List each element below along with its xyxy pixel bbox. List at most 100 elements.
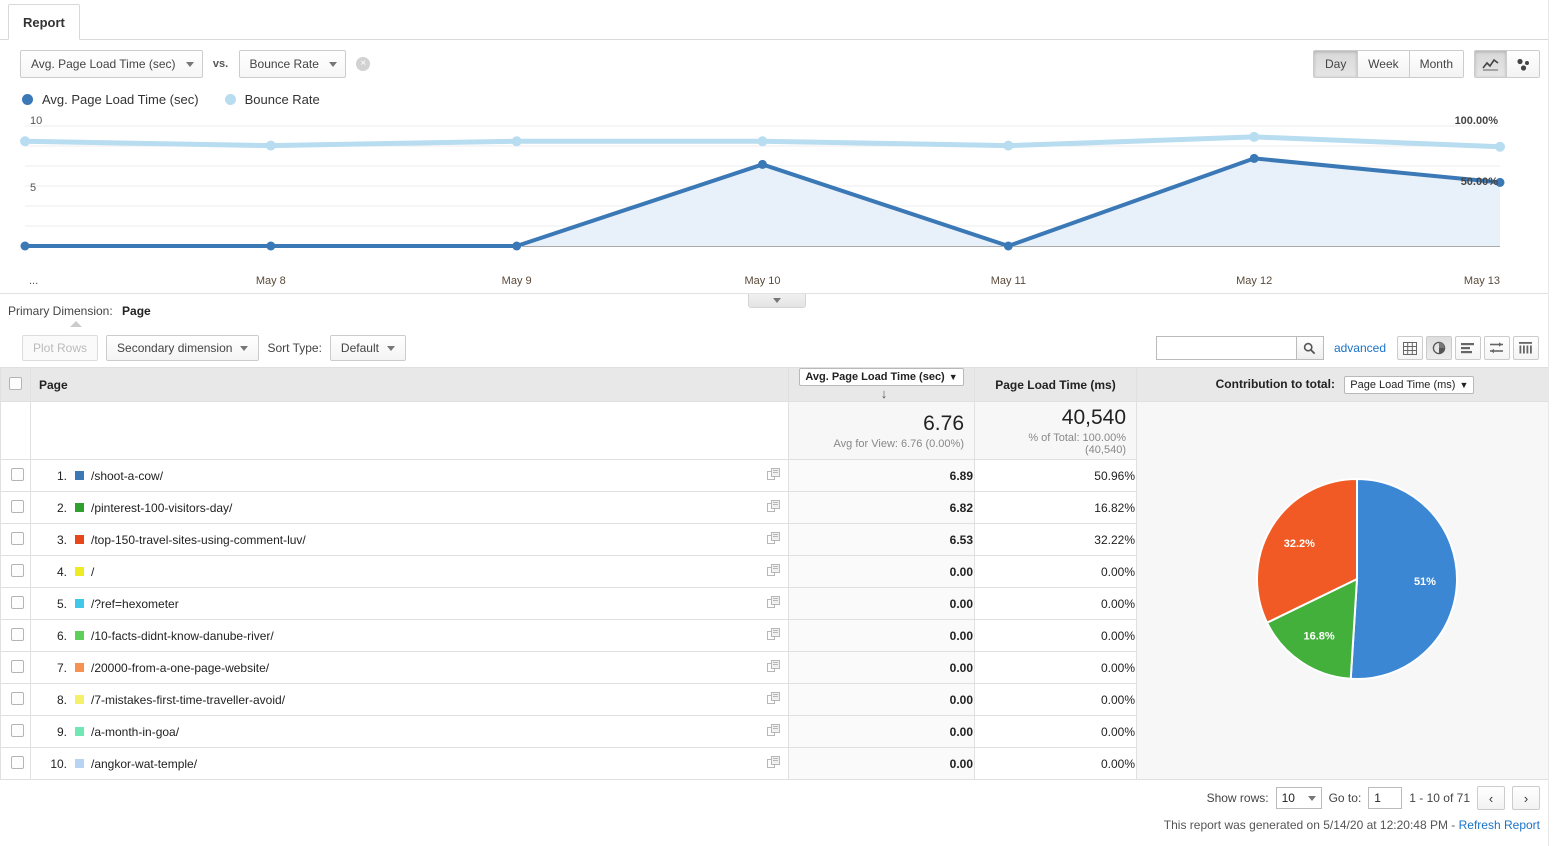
contribution-pie-chart[interactable]: 51% 16.8% 32.2% (1147, 424, 1554, 754)
close-icon[interactable]: × (356, 57, 371, 71)
row-checkbox[interactable] (11, 723, 24, 737)
pie-view-icon[interactable] (1426, 336, 1452, 360)
primary-metric-select[interactable]: Avg. Page Load Time (sec) (20, 50, 203, 78)
page-column-header[interactable]: Page (30, 367, 789, 402)
open-in-new-window-icon[interactable] (767, 755, 780, 772)
row-checkbox[interactable] (11, 627, 24, 641)
page-link[interactable]: /?ref=hexometer (91, 597, 767, 611)
search-icon (1304, 342, 1316, 354)
next-page-button[interactable]: › (1512, 786, 1540, 810)
timeline-chart[interactable]: 10 5 100.00% 50.00% (0, 115, 1554, 275)
timeline-chart-svg (20, 125, 1505, 251)
open-in-new-window-icon[interactable] (767, 627, 780, 644)
legend-label: Bounce Rate (244, 92, 320, 107)
show-rows-select[interactable]: 10 (1275, 787, 1322, 809)
page-load-pct-cell: 0.00% (974, 619, 1137, 652)
bar-view-icon[interactable] (1455, 336, 1481, 360)
avg-page-load-cell: 6.82 (788, 491, 975, 524)
granularity-day-button[interactable]: Day (1314, 51, 1359, 77)
page-link[interactable]: /a-month-in-goa/ (91, 725, 767, 739)
granularity-month-button[interactable]: Month (1409, 51, 1463, 77)
row-color-swatch (75, 535, 84, 544)
open-in-new-window-icon[interactable] (767, 723, 780, 740)
row-color-swatch (75, 567, 84, 576)
page-link[interactable]: / (91, 565, 767, 579)
legend-item-bounce-rate[interactable]: Bounce Rate (224, 92, 320, 107)
open-in-new-window-icon[interactable] (767, 467, 780, 484)
previous-page-button[interactable]: ‹ (1477, 786, 1505, 810)
show-rows-value: 10 (1281, 791, 1295, 805)
contribution-select-label: Page Load Time (ms) (1350, 378, 1456, 391)
row-checkbox[interactable] (11, 691, 24, 705)
chevron-down-icon (240, 345, 249, 351)
search-input[interactable] (1155, 336, 1296, 360)
row-checkbox[interactable] (11, 563, 24, 577)
search-box (1155, 336, 1324, 360)
advanced-link[interactable]: advanced (1334, 341, 1386, 355)
page-link[interactable]: /7-mistakes-first-time-traveller-avoid/ (91, 693, 767, 707)
search-button[interactable] (1295, 336, 1324, 360)
row-checkbox[interactable] (11, 659, 24, 673)
summary-page-cell (30, 401, 789, 460)
open-in-new-window-icon[interactable] (767, 659, 780, 676)
tab-report[interactable]: Report (8, 4, 80, 40)
select-all-checkbox[interactable] (9, 376, 22, 390)
chart-legend: Avg. Page Load Time (sec) Bounce Rate (0, 86, 1554, 111)
open-in-new-window-icon[interactable] (767, 499, 780, 516)
goto-label: Go to: (1328, 791, 1362, 805)
row-checkbox[interactable] (11, 531, 24, 545)
page-link[interactable]: /shoot-a-cow/ (91, 469, 767, 483)
row-rank: 5. (56, 596, 67, 611)
select-all-header (0, 367, 31, 402)
avg-page-load-cell: 0.00 (788, 651, 975, 684)
secondary-dimension-button[interactable]: Secondary dimension (106, 335, 260, 361)
page-link[interactable]: /20000-from-a-one-page-website/ (91, 661, 767, 675)
pie-slice-label: 16.8% (1304, 630, 1335, 642)
tab-strip: Report (0, 0, 1554, 40)
row-checkbox[interactable] (11, 499, 24, 513)
row-checkbox[interactable] (11, 467, 24, 481)
chart-x-axis-labels: ... May 8 May 9 May 10 May 11 May 12 May 13 (0, 275, 1554, 293)
page-cell: 1. /shoot-a-cow/ (30, 459, 789, 492)
sort-descending-icon[interactable]: ↓ (881, 386, 888, 401)
chart-right-tick-100: 100.00% (1454, 115, 1498, 127)
page-link[interactable]: /pinterest-100-visitors-day/ (91, 501, 767, 515)
avg-page-load-cell: 0.00 (788, 683, 975, 716)
primary-dimension-value[interactable]: Page (122, 304, 151, 318)
motion-chart-icon[interactable] (1507, 51, 1539, 77)
legend-item-avg-page-load-time[interactable]: Avg. Page Load Time (sec) (22, 92, 199, 107)
avg-page-load-cell: 6.53 (788, 523, 975, 556)
sort-type-select[interactable]: Default (329, 335, 406, 361)
show-rows-label: Show rows: (1206, 791, 1269, 805)
chart-y-tick-5: 5 (30, 182, 37, 194)
report-table: Page Avg. Page Load Time (sec) ▼ ↓ Page … (0, 367, 1554, 780)
page-link[interactable]: /angkor-wat-temple/ (91, 757, 767, 771)
row-checkbox[interactable] (11, 755, 24, 769)
page-link[interactable]: /top-150-travel-sites-using-comment-luv/ (91, 533, 767, 547)
open-in-new-window-icon[interactable] (767, 691, 780, 708)
chart-collapse-handle[interactable] (748, 294, 806, 308)
goto-input[interactable] (1368, 787, 1403, 809)
pie-slice[interactable] (1349, 477, 1458, 680)
primary-metric-label: Avg. Page Load Time (sec) (31, 57, 176, 71)
row-checkbox[interactable] (11, 595, 24, 609)
table-view-icon[interactable] (1397, 336, 1423, 360)
line-chart-icon[interactable] (1475, 51, 1507, 77)
avg-page-load-cell: 0.00 (788, 555, 975, 588)
open-in-new-window-icon[interactable] (767, 531, 780, 548)
secondary-metric-select[interactable]: Bounce Rate (238, 50, 346, 78)
granularity-week-button[interactable]: Week (1358, 51, 1410, 77)
chart-right-tick-50: 50.00% (1460, 176, 1498, 188)
row-color-swatch (75, 727, 84, 736)
page-load-ms-column-header[interactable]: Page Load Time (ms) (974, 367, 1137, 402)
metric-column-select[interactable]: Avg. Page Load Time (sec) ▼ (799, 368, 964, 386)
pie-slice-label: 32.2% (1284, 538, 1315, 550)
contribution-select[interactable]: Page Load Time (ms) ▼ (1344, 375, 1475, 394)
plot-rows-button[interactable]: Plot Rows (22, 335, 99, 361)
refresh-report-link[interactable]: Refresh Report (1459, 818, 1540, 832)
open-in-new-window-icon[interactable] (767, 595, 780, 612)
open-in-new-window-icon[interactable] (767, 563, 780, 580)
comparison-view-icon[interactable] (1484, 336, 1510, 360)
page-link[interactable]: /10-facts-didnt-know-danube-river/ (91, 629, 767, 643)
pivot-view-icon[interactable] (1513, 336, 1539, 360)
